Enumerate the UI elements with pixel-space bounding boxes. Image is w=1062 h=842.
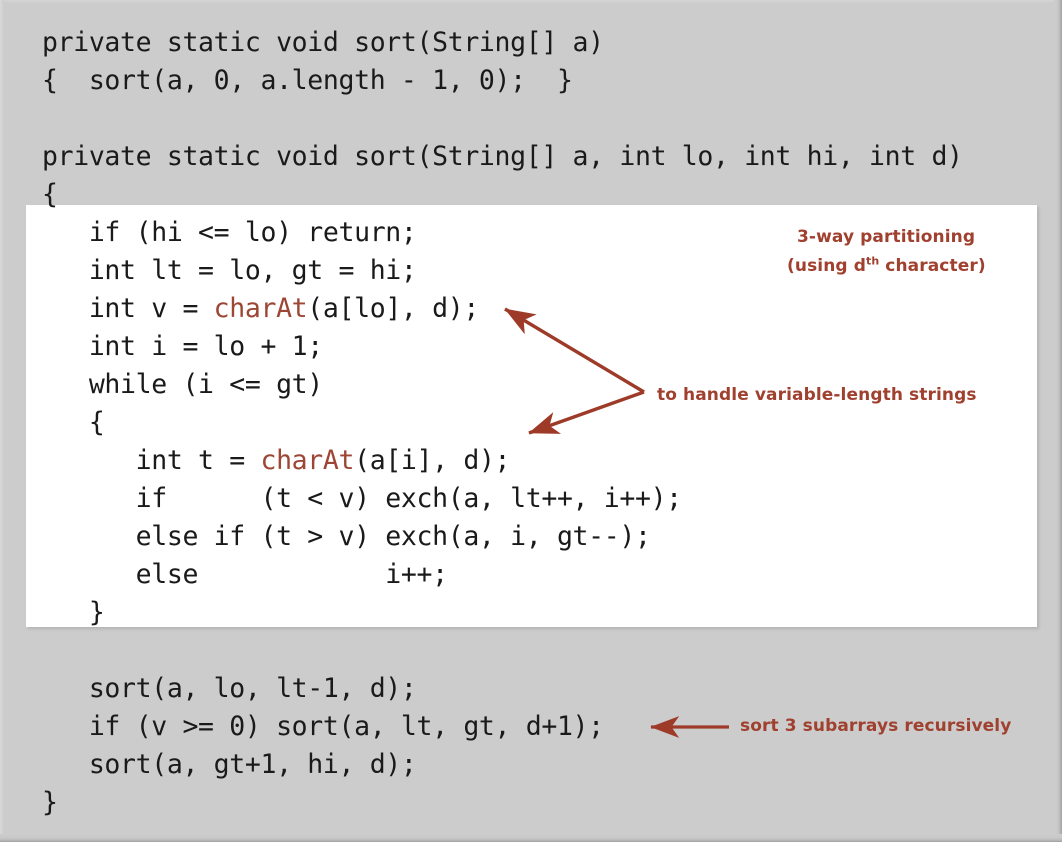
code-line-open-brace: { <box>42 407 105 438</box>
code-line-5: { <box>42 179 58 210</box>
code-line-final-brace: } <box>42 787 58 818</box>
code-line-sort-right: sort(a, gt+1, hi, d); <box>42 749 417 780</box>
code-line-else-iplusplus: else i++; <box>42 559 448 590</box>
code-fragment: (a[i], d); <box>354 445 511 476</box>
code-fragment: int t = <box>42 445 261 476</box>
slide-canvas: private static void sort(String[] a) { s… <box>0 0 1062 842</box>
superscript-th: th <box>865 254 880 268</box>
code-line-1: private static void sort(String[] a) <box>42 27 604 58</box>
code-line-sort-left: sort(a, lo, lt-1, d); <box>42 673 417 704</box>
code-line-if-hi-lo: if (hi <= lo) return; <box>42 217 417 248</box>
code-line-4: private static void sort(String[] a, int… <box>42 141 963 172</box>
annotation-text-part: (using d <box>787 256 866 276</box>
annotation-variable-length-strings: to handle variable-length strings <box>657 385 977 405</box>
code-fragment: (a[lo], d); <box>307 293 479 324</box>
annotation-3way-partitioning: 3-way partitioning <box>797 227 976 247</box>
code-line-int-lt-gt: int lt = lo, gt = hi; <box>42 255 417 286</box>
code-line-if-t-lt-v: if (t < v) exch(a, lt++, i++); <box>42 483 683 514</box>
code-line-sort-middle: if (v >= 0) sort(a, lt, gt, d+1); <box>42 711 604 742</box>
annotation-using-dth-character: (using dth character) <box>787 254 986 276</box>
code-fragment: int v = <box>42 293 214 324</box>
charat-keyword: charAt <box>213 293 308 324</box>
charat-keyword: charAt <box>260 445 355 476</box>
code-line-int-i: int i = lo + 1; <box>42 331 323 362</box>
code-line-else-if-t-gt-v: else if (t > v) exch(a, i, gt--); <box>42 521 651 552</box>
code-line-int-v-charat: int v = charAt(a[lo], d); <box>42 290 479 328</box>
code-line-while: while (i <= gt) <box>42 369 323 400</box>
code-line-2: { sort(a, 0, a.length - 1, 0); } <box>42 65 573 96</box>
code-line-int-t-charat: int t = charAt(a[i], d); <box>42 442 511 480</box>
annotation-text-part: character) <box>879 256 986 276</box>
annotation-sort-3-subarrays: sort 3 subarrays recursively <box>740 716 1012 736</box>
code-line-close-brace: } <box>42 597 105 628</box>
